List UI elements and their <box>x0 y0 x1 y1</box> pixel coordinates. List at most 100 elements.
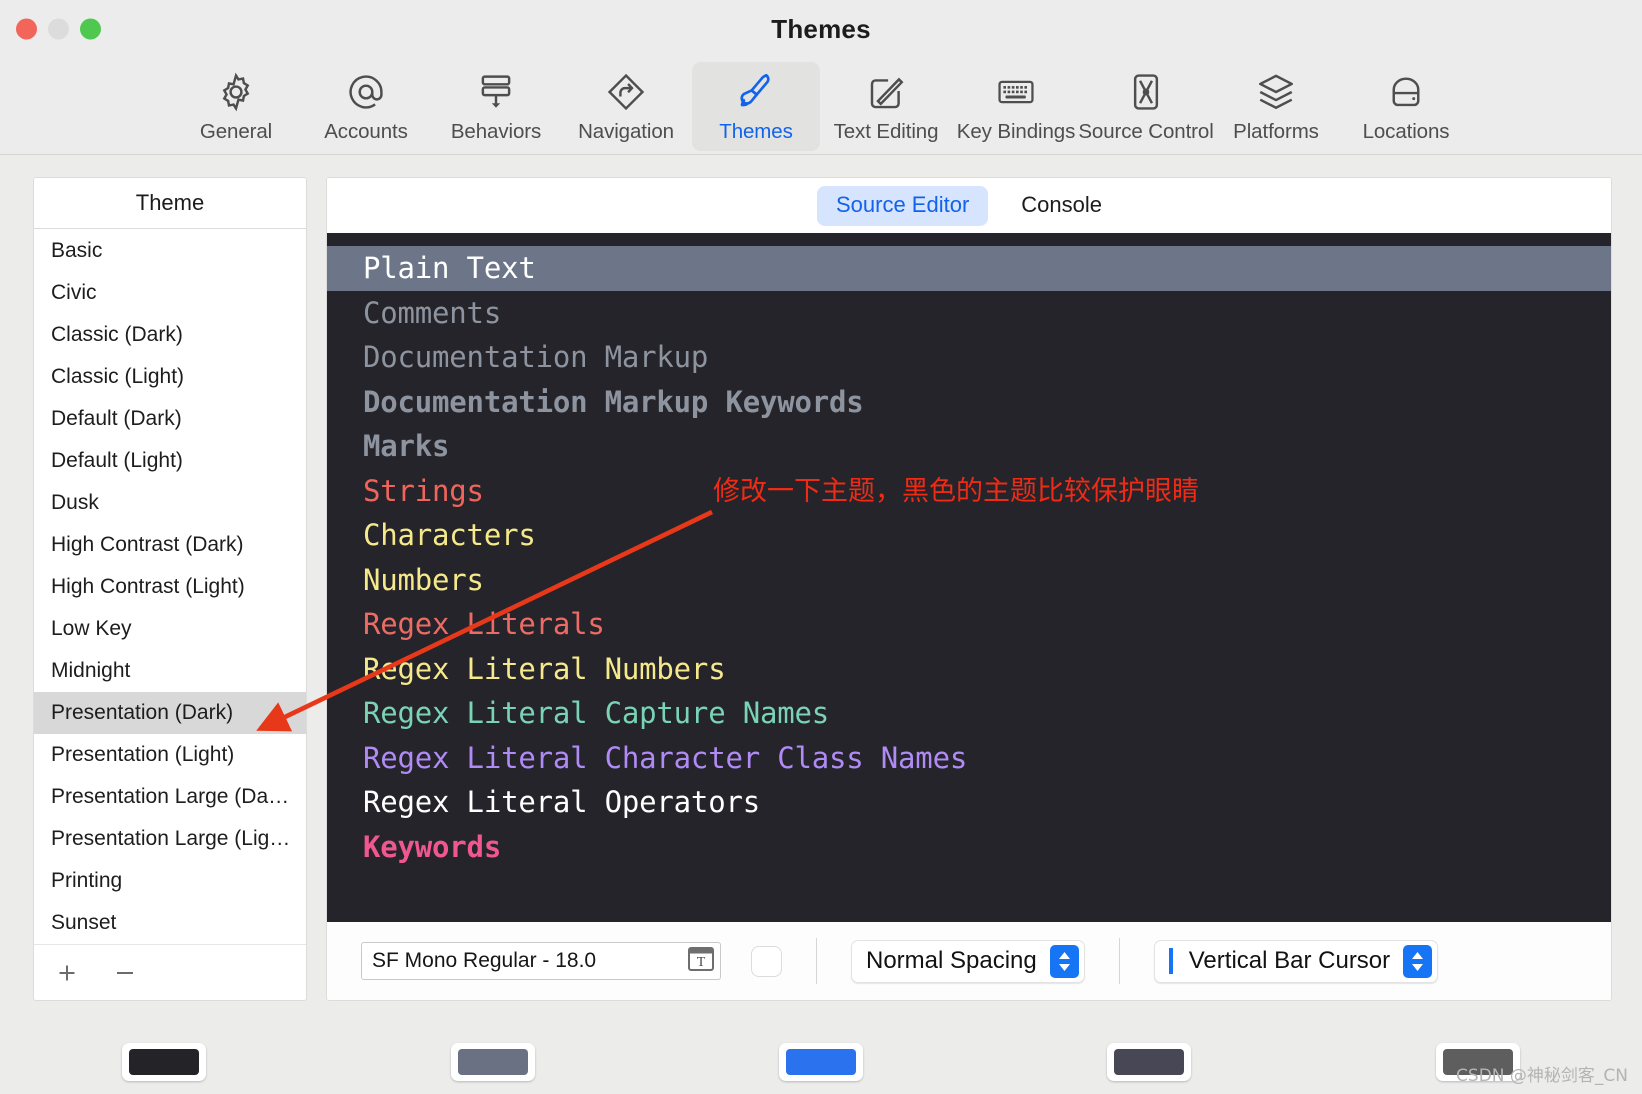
window-traffic-lights <box>16 18 101 40</box>
toolbar-item-label: Behaviors <box>450 120 542 143</box>
syntax-line[interactable]: Marks <box>363 424 1611 469</box>
syntax-line[interactable]: Numbers <box>363 558 1611 603</box>
theme-list[interactable]: Basic Civic Classic (Dark) Classic (Light) D… <box>34 229 306 944</box>
minimize-button[interactable] <box>48 18 69 40</box>
theme-list-item[interactable]: Dusk <box>34 482 306 524</box>
syntax-line[interactable]: Documentation Markup Keywords <box>363 380 1611 425</box>
paintbrush-icon <box>735 71 777 113</box>
options-divider-1 <box>816 938 817 984</box>
theme-list-item[interactable]: Low Key <box>34 608 306 650</box>
toolbar-item-label: Key Bindings <box>956 120 1076 143</box>
color-swatch-current-line[interactable] <box>1107 1043 1192 1081</box>
color-swatch-selection[interactable] <box>450 1043 535 1081</box>
font-value: SF Mono Regular - 18.0 <box>372 949 597 972</box>
window-title-bar: Themes <box>0 0 1642 58</box>
font-options-bar: SF Mono Regular - 18.0 T Normal Spacing <box>327 922 1611 1000</box>
remove-theme-button[interactable] <box>110 958 140 988</box>
toolbar-item-accounts[interactable]: Accounts <box>302 62 430 151</box>
pencil-square-icon <box>865 71 907 113</box>
close-button[interactable] <box>16 18 37 40</box>
toolbar-item-label: Navigation <box>578 120 674 143</box>
add-theme-button[interactable] <box>52 958 82 988</box>
color-chip <box>129 1049 200 1075</box>
color-swatch-cell: Background <box>0 1043 328 1094</box>
line-spacing-popup[interactable]: Normal Spacing <box>851 939 1085 983</box>
toolbar-item-label: Themes <box>719 120 793 143</box>
navigation-icon <box>605 71 647 113</box>
font-field[interactable]: SF Mono Regular - 18.0 T <box>361 942 721 980</box>
theme-list-item[interactable]: Default (Dark) <box>34 398 306 440</box>
theme-list-item[interactable]: Presentation Large (Lig… <box>34 818 306 860</box>
drive-icon <box>1385 71 1427 113</box>
vertical-bar-cursor-icon <box>1168 948 1173 974</box>
font-panel-icon[interactable]: T <box>688 946 714 976</box>
theme-list-item[interactable]: Printing <box>34 860 306 902</box>
theme-sidebar: Theme Basic Civic Classic (Dark) Classic (L… <box>33 177 307 1001</box>
toolbar-item-themes[interactable]: Themes <box>692 62 820 151</box>
preview-tab-bar: Source Editor Console <box>327 178 1611 233</box>
tab-source-editor[interactable]: Source Editor <box>816 185 989 226</box>
toolbar-item-label: Accounts <box>324 120 408 143</box>
toolbar-item-label: Platforms <box>1233 120 1319 143</box>
syntax-line[interactable]: Documentation Markup <box>363 335 1611 380</box>
theme-list-item[interactable]: Presentation (Light) <box>34 734 306 776</box>
options-divider-2 <box>1118 938 1120 984</box>
theme-list-item[interactable]: Basic <box>34 230 306 272</box>
syntax-line[interactable]: Comments <box>363 291 1611 336</box>
toolbar-item-label: Source Control <box>1078 120 1214 143</box>
theme-list-item[interactable]: High Contrast (Light) <box>34 566 306 608</box>
color-swatch-background[interactable] <box>122 1043 207 1081</box>
theme-list-item[interactable]: Presentation Large (Da… <box>34 776 306 818</box>
color-swatch-row: BackgroundSelectionCursorCurrent LineInv… <box>0 1025 1642 1094</box>
toolbar-item-platforms[interactable]: Platforms <box>1212 62 1340 151</box>
theme-list-item[interactable]: Classic (Light) <box>34 356 306 398</box>
toolbar-item-behaviors[interactable]: Behaviors <box>432 62 560 151</box>
theme-detail-panel: Source Editor Console Plain Text Comments… <box>326 177 1612 1001</box>
theme-list-item[interactable]: Classic (Dark) <box>34 314 306 356</box>
syntax-line[interactable]: Regex Literal Character Class Names <box>363 736 1611 781</box>
source-control-icon <box>1125 71 1167 113</box>
cursor-style-stepper-icon[interactable] <box>1403 944 1433 978</box>
theme-list-header: Theme <box>34 178 306 229</box>
font-style-toggle[interactable] <box>751 945 782 977</box>
syntax-line[interactable]: Regex Literals <box>363 602 1611 647</box>
theme-list-item[interactable]: Sunset <box>34 902 306 944</box>
toolbar-item-label: General <box>199 120 273 143</box>
tab-console[interactable]: Console <box>1002 186 1121 226</box>
window-title: Themes <box>771 13 871 44</box>
syntax-line[interactable]: Regex Literal Capture Names <box>363 691 1611 736</box>
at-sign-icon <box>345 71 387 113</box>
toolbar-item-key-bindings[interactable]: Key Bindings <box>952 62 1080 151</box>
line-spacing-stepper-icon[interactable] <box>1049 944 1079 978</box>
color-swatch-cursor[interactable] <box>779 1043 864 1081</box>
toolbar-item-locations[interactable]: Locations <box>1342 62 1470 151</box>
color-swatch-cell: Selection <box>328 1043 656 1094</box>
preferences-toolbar: General Accounts Behaviors Navigation Th… <box>0 58 1642 155</box>
annotation-text: 修改一下主题，黑色的主题比较保护眼睛 <box>713 476 1199 507</box>
syntax-line[interactable]: Keywords <box>363 825 1611 870</box>
toolbar-item-label: Text Editing <box>833 120 939 143</box>
theme-list-item[interactable]: Midnight <box>34 650 306 692</box>
color-swatch-cell: Current Line <box>985 1043 1313 1094</box>
cursor-style-popup[interactable]: Vertical Bar Cursor <box>1153 939 1439 983</box>
svg-text:T: T <box>697 955 706 970</box>
preferences-window: Themes General Accounts Behaviors Naviga… <box>0 0 1642 1094</box>
preferences-body: Theme Basic Civic Classic (Dark) Classic (L… <box>0 155 1642 1025</box>
zoom-button[interactable] <box>80 18 101 40</box>
syntax-line[interactable]: Characters <box>363 513 1611 558</box>
syntax-line[interactable]: Plain Text <box>327 246 1611 291</box>
syntax-line[interactable]: Regex Literal Operators <box>363 780 1611 825</box>
toolbar-item-source-control[interactable]: Source Control <box>1078 62 1214 151</box>
color-chip <box>457 1049 528 1075</box>
theme-list-item[interactable]: Civic <box>34 272 306 314</box>
toolbar-item-label: Locations <box>1362 120 1450 143</box>
theme-list-item[interactable]: Default (Light) <box>34 440 306 482</box>
toolbar-item-navigation[interactable]: Navigation <box>562 62 690 151</box>
theme-list-item[interactable]: High Contrast (Dark) <box>34 524 306 566</box>
toolbar-item-text-editing[interactable]: Text Editing <box>822 62 950 151</box>
toolbar-item-general[interactable]: General <box>172 62 300 151</box>
syntax-line[interactable]: Regex Literal Numbers <box>363 647 1611 692</box>
theme-list-footer <box>34 944 306 1000</box>
theme-list-item[interactable]: Presentation (Dark) <box>34 692 306 734</box>
syntax-preview[interactable]: Plain Text Comments Documentation Markup Do… <box>327 233 1611 922</box>
